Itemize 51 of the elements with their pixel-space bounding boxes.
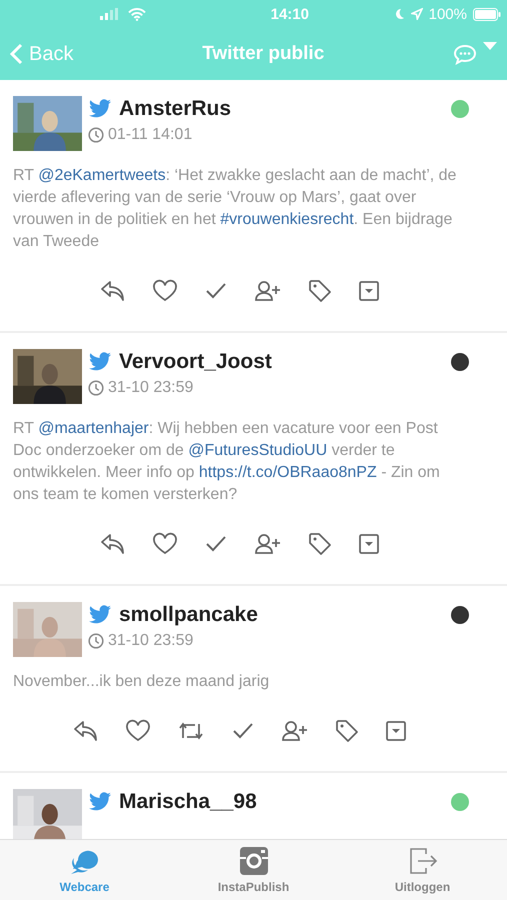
username: smollpancake bbox=[119, 603, 258, 627]
tag-icon[interactable] bbox=[308, 279, 332, 303]
tab[interactable]: Uitloggen bbox=[338, 840, 507, 900]
tweet-link[interactable]: @FuturesStudioUU bbox=[188, 442, 328, 459]
chat-dropdown-icon bbox=[453, 41, 499, 67]
bird-icon bbox=[88, 605, 112, 625]
dropdown-box-icon[interactable] bbox=[385, 720, 407, 742]
reply-icon[interactable] bbox=[73, 719, 99, 743]
battery-icon bbox=[473, 8, 501, 20]
add-user-icon[interactable] bbox=[254, 279, 282, 303]
heart-icon[interactable] bbox=[152, 279, 178, 303]
dropdown-box-icon[interactable] bbox=[358, 280, 380, 302]
tag-icon[interactable] bbox=[335, 719, 359, 743]
bird-icon bbox=[88, 352, 112, 372]
wifi-icon bbox=[128, 8, 146, 20]
clock-icon bbox=[88, 633, 104, 649]
username: AmsterRus bbox=[119, 97, 232, 121]
add-user-icon[interactable] bbox=[281, 719, 309, 743]
location-icon bbox=[410, 8, 423, 20]
username: Vervoort_Joost bbox=[119, 350, 272, 374]
add-user-icon[interactable] bbox=[254, 532, 282, 556]
tweet-link[interactable]: @2eKamertweets bbox=[38, 167, 166, 184]
reply-icon[interactable] bbox=[100, 532, 126, 556]
tab[interactable]: InstaPublish bbox=[169, 840, 338, 900]
camera-icon bbox=[238, 846, 268, 876]
battery-percent: 100% bbox=[428, 6, 467, 22]
bird-icon bbox=[88, 792, 112, 812]
bird-icon bbox=[88, 99, 112, 119]
tweet-link[interactable]: @maartenhajer bbox=[38, 420, 149, 437]
tweet-link[interactable]: https://t.co/OBRaao8nPZ bbox=[198, 464, 377, 481]
heart-icon[interactable] bbox=[125, 719, 151, 743]
tweet-text: November...ik ben deze maand jarig bbox=[13, 672, 270, 692]
tweet-time: 31-10 23:59 bbox=[108, 379, 194, 397]
heart-icon[interactable] bbox=[152, 532, 178, 556]
tweet-time: 31-10 23:59 bbox=[108, 632, 194, 650]
chevron-left-icon bbox=[10, 43, 23, 65]
tab[interactable]: Webcare bbox=[0, 840, 169, 900]
username: Marischa__98 bbox=[119, 790, 257, 814]
clock-icon bbox=[88, 127, 104, 143]
tag-icon[interactable] bbox=[308, 532, 332, 556]
reply-icon[interactable] bbox=[100, 279, 126, 303]
logout-icon bbox=[408, 846, 438, 876]
page-title: Twitter public bbox=[202, 43, 324, 65]
moon-icon bbox=[394, 8, 405, 20]
dropdown-box-icon[interactable] bbox=[358, 533, 380, 555]
tweet-time: 01-11 14:01 bbox=[108, 126, 192, 144]
clock-icon bbox=[88, 380, 104, 396]
tweet-text: RT @maartenhajer: Wij hebben een vacature voor een Post Doc onderzoeker om de @FuturesStudioUU verder te ontwikkelen. Meer info op https://t.co/OBRaao8nPZ - Zin om ons team te komen versterken? bbox=[13, 419, 441, 505]
tweet-text: RT @2eKamertweets: ‘Het zwakke geslacht aan de macht’, de vierde aflevering van de serie ‘Vrouw op Mars’, gaat over vrouwen in de politiek en het #vrouwenkiesrecht. Een bijdrage van Tweede bbox=[13, 166, 458, 252]
tweet-link[interactable]: #vrouwenkiesrecht bbox=[220, 211, 354, 228]
status-time: 14:10 bbox=[270, 6, 309, 22]
